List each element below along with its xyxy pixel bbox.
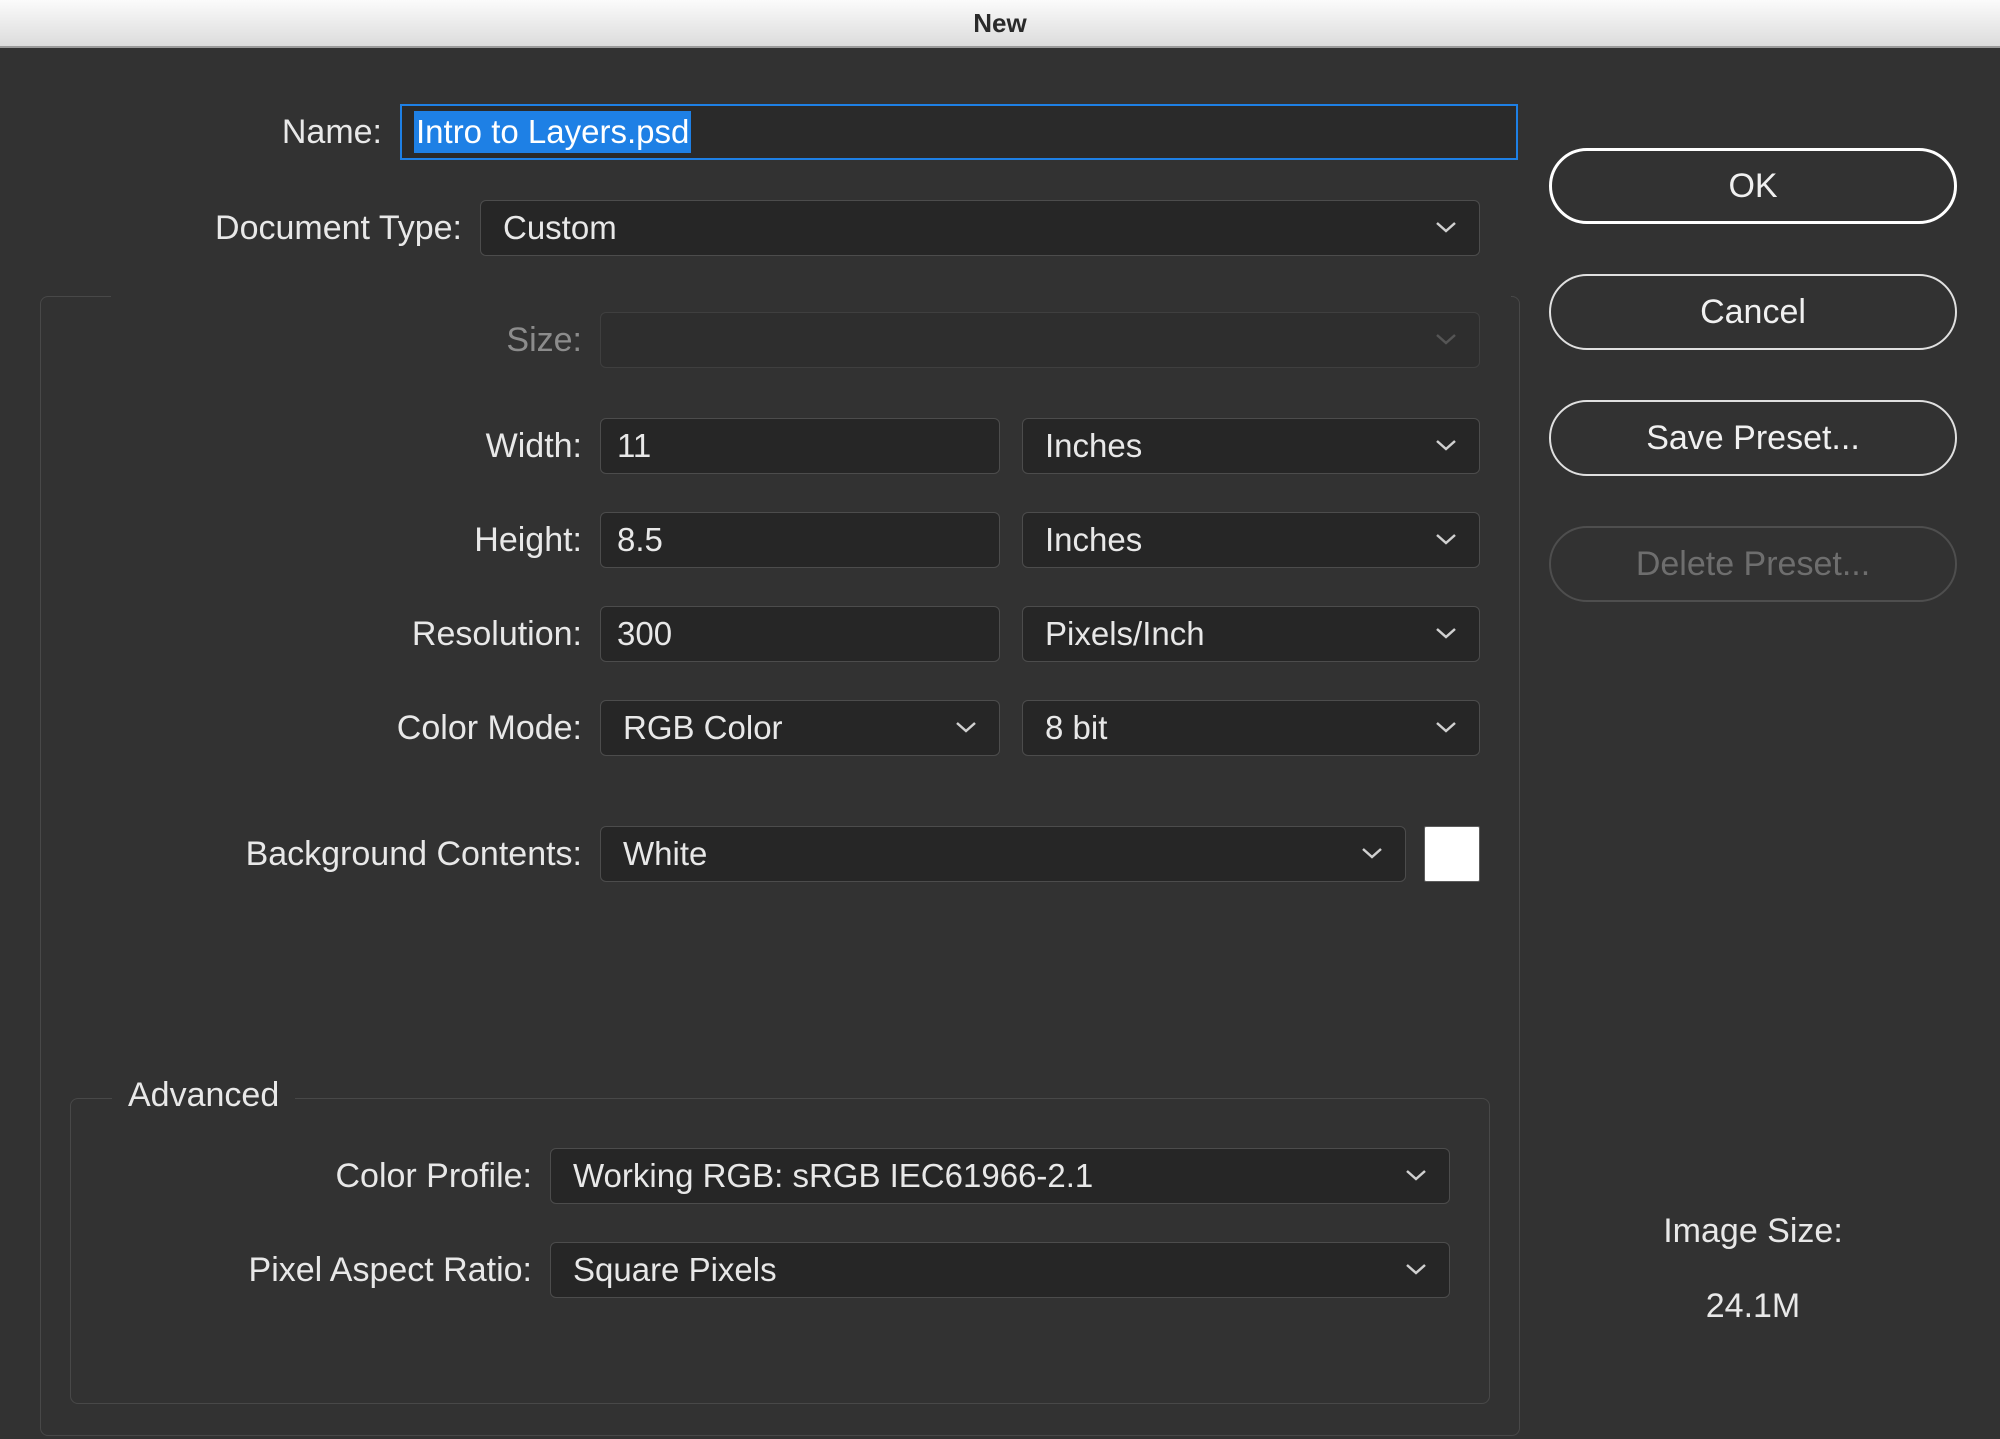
side-panel: OK Cancel Save Preset... Delete Preset..… <box>1548 148 1958 1326</box>
ok-button-label: OK <box>1728 167 1777 206</box>
width-label: Width: <box>40 427 600 466</box>
pixel-aspect-ratio-select[interactable]: Square Pixels <box>550 1242 1450 1298</box>
color-mode-value: RGB Color <box>623 709 783 747</box>
resolution-unit-value: Pixels/Inch <box>1045 615 1205 653</box>
width-unit-select[interactable]: Inches <box>1022 418 1480 474</box>
width-input[interactable] <box>600 418 1000 474</box>
color-mode-label: Color Mode: <box>40 709 600 748</box>
pixel-aspect-ratio-label: Pixel Aspect Ratio: <box>70 1251 550 1290</box>
save-preset-button[interactable]: Save Preset... <box>1549 400 1957 476</box>
color-mode-select[interactable]: RGB Color <box>600 700 1000 756</box>
ok-button[interactable]: OK <box>1549 148 1957 224</box>
color-profile-value: Working RGB: sRGB IEC61966-2.1 <box>573 1157 1093 1195</box>
dialog-body: Name: Intro to Layers.psd Document Type:… <box>0 48 2000 1439</box>
chevron-down-icon <box>1435 717 1457 740</box>
height-unit-value: Inches <box>1045 521 1142 559</box>
document-type-value: Custom <box>503 209 617 247</box>
cancel-button[interactable]: Cancel <box>1549 274 1957 350</box>
delete-preset-button: Delete Preset... <box>1549 526 1957 602</box>
color-profile-label: Color Profile: <box>70 1157 550 1196</box>
width-unit-value: Inches <box>1045 427 1142 465</box>
background-color-swatch[interactable] <box>1424 826 1480 882</box>
document-type-select[interactable]: Custom <box>480 200 1480 256</box>
save-preset-button-label: Save Preset... <box>1646 419 1860 458</box>
chevron-down-icon <box>1435 217 1457 240</box>
color-depth-value: 8 bit <box>1045 709 1107 747</box>
chevron-down-icon <box>1361 843 1383 866</box>
chevron-down-icon <box>1435 329 1457 352</box>
height-label: Height: <box>40 521 600 560</box>
chevron-down-icon <box>1435 529 1457 552</box>
chevron-down-icon <box>1405 1259 1427 1282</box>
background-contents-value: White <box>623 835 707 873</box>
background-contents-label: Background Contents: <box>40 835 600 874</box>
chevron-down-icon <box>1435 623 1457 646</box>
pixel-aspect-ratio-value: Square Pixels <box>573 1251 777 1289</box>
background-contents-select[interactable]: White <box>600 826 1406 882</box>
chevron-down-icon <box>1435 435 1457 458</box>
color-profile-select[interactable]: Working RGB: sRGB IEC61966-2.1 <box>550 1148 1450 1204</box>
size-select <box>600 312 1480 368</box>
advanced-fields: Color Profile: Working RGB: sRGB IEC6196… <box>70 1148 1490 1298</box>
name-input[interactable]: Intro to Layers.psd <box>400 104 1518 160</box>
chevron-down-icon <box>1405 1165 1427 1188</box>
height-unit-select[interactable]: Inches <box>1022 512 1480 568</box>
image-size-value: 24.1M <box>1548 1287 1958 1326</box>
height-input[interactable] <box>600 512 1000 568</box>
titlebar: New <box>0 0 2000 48</box>
chevron-down-icon <box>955 717 977 740</box>
resolution-input[interactable] <box>600 606 1000 662</box>
cancel-button-label: Cancel <box>1700 293 1806 332</box>
color-depth-select[interactable]: 8 bit <box>1022 700 1480 756</box>
size-label: Size: <box>40 321 600 360</box>
image-size-label: Image Size: <box>1548 1212 1958 1251</box>
name-input-value: Intro to Layers.psd <box>414 111 691 153</box>
name-label: Name: <box>40 113 400 152</box>
window-title: New <box>973 8 1026 39</box>
main-fields: Name: Intro to Layers.psd Document Type:… <box>40 104 1520 972</box>
resolution-unit-select[interactable]: Pixels/Inch <box>1022 606 1480 662</box>
advanced-legend: Advanced <box>112 1076 295 1115</box>
delete-preset-button-label: Delete Preset... <box>1636 545 1870 584</box>
resolution-label: Resolution: <box>40 615 600 654</box>
document-type-label: Document Type: <box>40 209 480 248</box>
